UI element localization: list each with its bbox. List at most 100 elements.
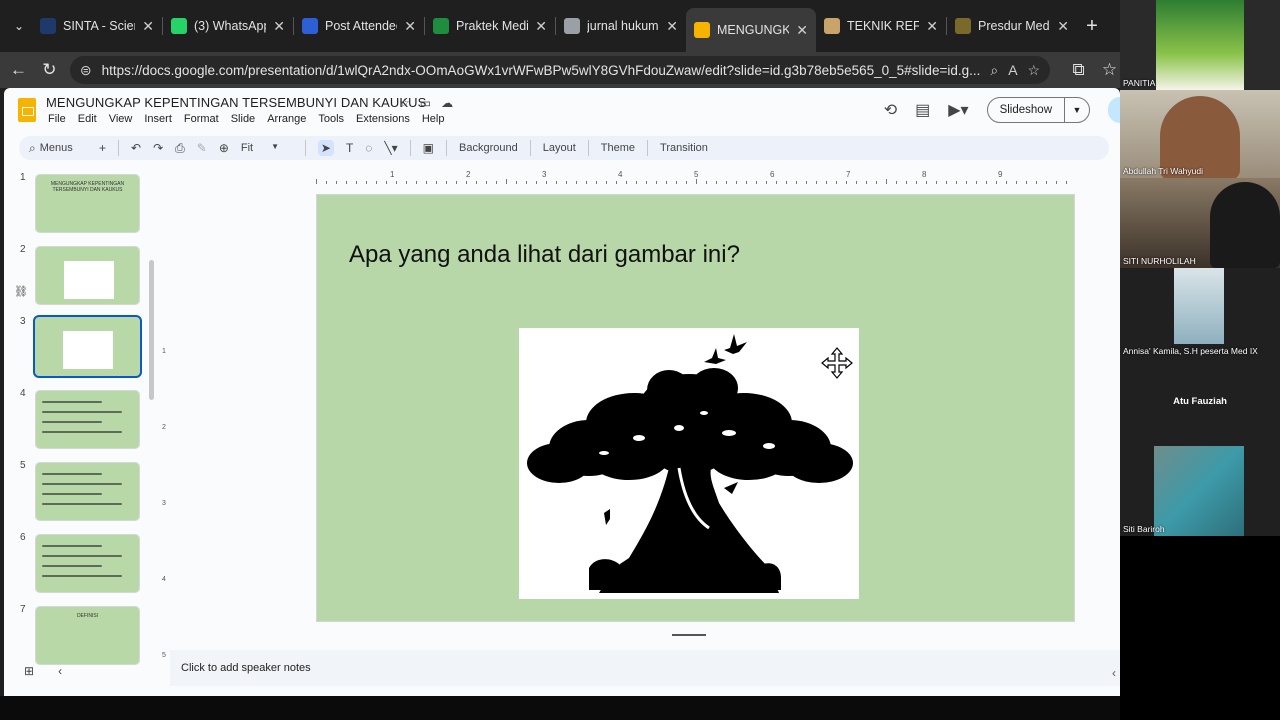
- tab-title[interactable]: jurnal hukum: [587, 19, 659, 33]
- zoom-select[interactable]: Fit ▼: [241, 142, 293, 154]
- site-info-icon[interactable]: ⊜: [80, 62, 92, 79]
- new-tab-button[interactable]: +: [1077, 15, 1107, 38]
- line-icon[interactable]: ╲▾: [384, 141, 397, 155]
- slide-thumbnail[interactable]: DEFINISI: [35, 606, 140, 665]
- slide-thumbnail-row[interactable]: 7 DEFINISI: [4, 602, 164, 668]
- browser-tab[interactable]: Post Attendee ✕: [294, 0, 424, 52]
- search-menus[interactable]: ⌕ Menus: [29, 141, 87, 156]
- shape-icon[interactable]: ◌: [365, 141, 372, 155]
- notes-resize-handle[interactable]: [672, 634, 706, 636]
- search-lens-icon[interactable]: ⌕: [990, 62, 998, 79]
- address-bar[interactable]: ⊜ https://docs.google.com/presentation/d…: [69, 56, 1051, 84]
- speaker-notes-area[interactable]: Click to add speaker notes: [170, 650, 1120, 686]
- print-icon[interactable]: ⎙: [175, 141, 185, 156]
- extensions-icon[interactable]: ⧉: [1068, 60, 1089, 80]
- close-icon[interactable]: ✕: [535, 18, 547, 35]
- slide-thumbnail[interactable]: [33, 315, 142, 378]
- menu-edit[interactable]: Edit: [78, 113, 97, 125]
- favorites-icon[interactable]: ☆: [1099, 60, 1120, 80]
- slide-thumbnail-row[interactable]: 1 MENGUNGKAP KEPENTINGAN TERSEMBUNYI DAN …: [4, 170, 164, 236]
- version-history-icon[interactable]: ⟲: [884, 100, 897, 120]
- select-cursor-icon[interactable]: ➤: [317, 140, 334, 156]
- browser-tab[interactable]: TEKNIK REFRA ✕: [816, 0, 946, 52]
- close-icon[interactable]: ✕: [666, 18, 678, 35]
- theme-button[interactable]: Theme: [601, 142, 635, 154]
- tab-title[interactable]: Presdur Media: [978, 19, 1050, 33]
- close-icon[interactable]: ✕: [1057, 18, 1069, 35]
- slide-thumbnail-row[interactable]: 5: [4, 458, 164, 524]
- transition-button[interactable]: Transition: [660, 142, 708, 154]
- slide-title[interactable]: Apa yang anda lihat dari gambar ini?: [349, 241, 740, 269]
- chevron-down-icon[interactable]: ▼: [1065, 105, 1089, 115]
- browser-tab[interactable]: Presdur Media ✕: [947, 0, 1077, 52]
- text-box-icon[interactable]: T: [346, 141, 353, 155]
- grid-view-icon[interactable]: ⊞: [24, 664, 34, 678]
- collapse-panel-icon[interactable]: ‹: [58, 664, 62, 678]
- slide-thumbnail[interactable]: MENGUNGKAP KEPENTINGAN TERSEMBUNYI DAN K…: [35, 174, 140, 233]
- current-slide[interactable]: Apa yang anda lihat dari gambar ini?: [316, 194, 1075, 622]
- read-aloud-icon[interactable]: A: [1008, 62, 1017, 78]
- menu-view[interactable]: View: [109, 113, 133, 125]
- tab-search-chevron-icon[interactable]: ⌄: [6, 13, 32, 39]
- tab-title[interactable]: Praktek Media: [456, 19, 528, 33]
- layout-button[interactable]: Layout: [543, 142, 576, 154]
- close-icon[interactable]: ✕: [404, 18, 416, 35]
- star-icon[interactable]: ☆: [399, 96, 410, 110]
- menu-help[interactable]: Help: [422, 113, 445, 125]
- tab-title[interactable]: SINTA - Science: [63, 19, 135, 33]
- close-icon[interactable]: ✕: [273, 18, 285, 35]
- participant-tile[interactable]: Siti Bariroh: [1120, 446, 1280, 536]
- comments-icon[interactable]: ▤: [915, 100, 930, 120]
- slide-filmstrip[interactable]: ⛓ 1 MENGUNGKAP KEPENTINGAN TERSEMBUNYI DA…: [4, 170, 164, 665]
- participant-tile[interactable]: SITI NURHOLILAH: [1120, 178, 1280, 268]
- close-icon[interactable]: ✕: [796, 22, 808, 39]
- browser-tab[interactable]: Praktek Media ✕: [425, 0, 555, 52]
- reload-icon[interactable]: ↻: [39, 60, 60, 80]
- meet-camera-icon[interactable]: ▶▾: [948, 100, 968, 120]
- move-folder-icon[interactable]: ▭: [420, 96, 431, 110]
- speaker-notes-placeholder[interactable]: Click to add speaker notes: [181, 662, 311, 674]
- participant-tile[interactable]: Annisa' Kamila, S.H peserta Med IX: [1120, 268, 1280, 358]
- redo-icon[interactable]: ↷: [153, 141, 163, 155]
- insert-comment-icon[interactable]: ▣: [423, 141, 434, 155]
- slideshow-button[interactable]: Slideshow ▼: [986, 97, 1090, 123]
- browser-tab[interactable]: jurnal hukum ✕: [556, 0, 686, 52]
- slideshow-label[interactable]: Slideshow: [988, 98, 1065, 122]
- browser-tab[interactable]: (3) WhatsApp ✕: [163, 0, 293, 52]
- slide-thumbnail-row[interactable]: 6: [4, 530, 164, 596]
- slide-thumbnail[interactable]: [35, 246, 140, 305]
- participant-tile[interactable]: PANITIA: [1120, 0, 1280, 90]
- tab-title[interactable]: Post Attendee: [325, 19, 397, 33]
- paint-format-icon[interactable]: ✎: [197, 141, 207, 155]
- cloud-status-icon[interactable]: ☁: [441, 96, 453, 110]
- side-panel-toggle-icon[interactable]: ‹: [1112, 666, 1116, 680]
- slide-thumbnail-row[interactable]: 3: [4, 314, 164, 380]
- participant-tile[interactable]: Abdullah Tri Wahyudi: [1120, 90, 1280, 178]
- slides-logo-icon[interactable]: [18, 98, 36, 122]
- slide-thumbnail[interactable]: [35, 390, 140, 449]
- close-icon[interactable]: ✕: [142, 18, 154, 35]
- zoom-icon[interactable]: ⊕: [219, 141, 229, 155]
- menu-format[interactable]: Format: [184, 113, 219, 125]
- menu-insert[interactable]: Insert: [144, 113, 172, 125]
- back-arrow-icon[interactable]: ←: [8, 60, 29, 80]
- slide-thumbnail-row[interactable]: 2: [4, 242, 164, 308]
- vertical-ruler[interactable]: 1 2 3 4 5: [162, 288, 172, 696]
- undo-icon[interactable]: ↶: [131, 141, 141, 155]
- browser-tab[interactable]: MENGUNGKAP ✕: [686, 8, 816, 52]
- share-button[interactable]: [1108, 97, 1120, 123]
- tab-title[interactable]: (3) WhatsApp: [194, 19, 266, 33]
- slide-thumbnail-row[interactable]: 4: [4, 386, 164, 452]
- slide-thumbnail[interactable]: [35, 534, 140, 593]
- bookmark-star-icon[interactable]: ☆: [1028, 62, 1041, 79]
- new-slide-plus-icon[interactable]: +: [99, 141, 106, 155]
- menu-slide[interactable]: Slide: [231, 113, 255, 125]
- tree-silhouette-image[interactable]: [519, 328, 859, 599]
- background-button[interactable]: Background: [459, 142, 518, 154]
- participant-tile[interactable]: Atu Fauziah: [1120, 358, 1280, 446]
- menu-arrange[interactable]: Arrange: [267, 113, 306, 125]
- close-icon[interactable]: ✕: [926, 18, 938, 35]
- slide-thumbnail[interactable]: [35, 462, 140, 521]
- menu-extensions[interactable]: Extensions: [356, 113, 410, 125]
- tab-title[interactable]: MENGUNGKAP: [717, 23, 789, 37]
